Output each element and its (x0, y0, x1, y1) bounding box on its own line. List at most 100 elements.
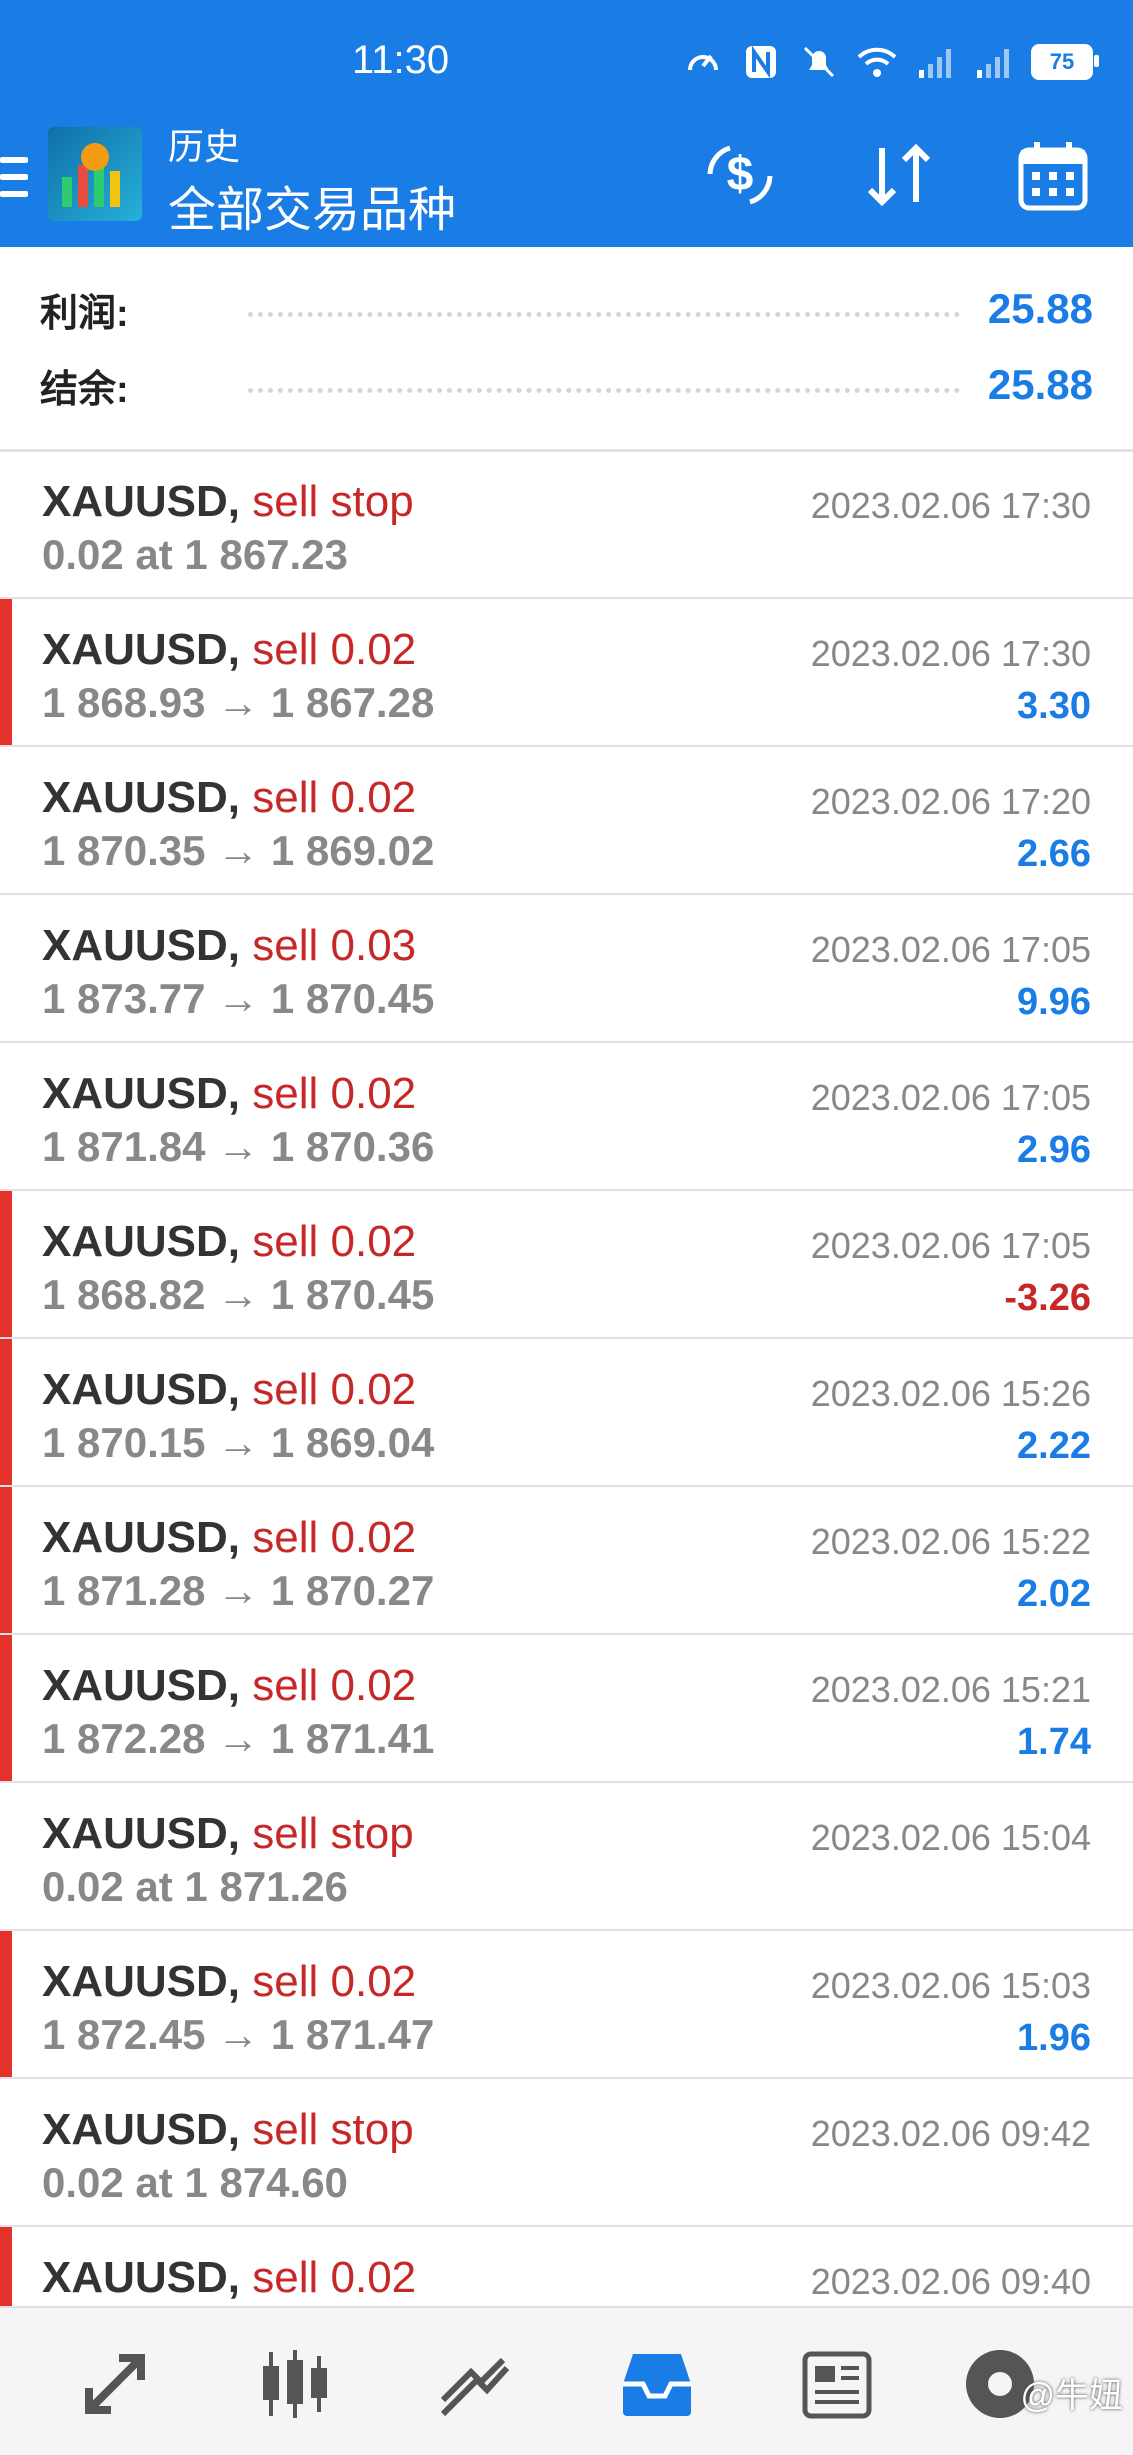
speed-icon (683, 42, 723, 82)
trade-date: 2023.02.06 17:05 (810, 1225, 1091, 1266)
trade-detail: 0.02 at 1 871.26 (42, 1863, 348, 1910)
symbol-filter[interactable]: 全部交易品种 (168, 170, 456, 240)
loss-marker (0, 1635, 12, 1781)
trade-detail: 1 868.82 → 1 870.45 (42, 1271, 435, 1318)
trade-symbol: XAUUSD, (42, 1217, 241, 1266)
trade-action: sell 0.02 (252, 773, 417, 822)
trade-action: sell stop (252, 477, 414, 526)
trade-row[interactable]: XAUUSD, sell 0.02 1 872.45 → 1 871.47 2023… (0, 1931, 1133, 2079)
trade-action: sell 0.02 (252, 1661, 417, 1710)
trade-row[interactable]: XAUUSD, sell 0.02 1 868.93 → 1 867.28 2023… (0, 599, 1133, 747)
menu-icon[interactable] (0, 157, 28, 197)
trade-row[interactable]: XAUUSD, sell stop 0.02 at 1 874.60 2023.02… (0, 2079, 1133, 2227)
trade-row[interactable]: XAUUSD, sell 0.02 1 868.82 → 1 870.45 2023… (0, 1191, 1133, 1339)
status-bar: 11:30 75 (0, 0, 1133, 130)
trade-symbol-line: XAUUSD, sell 0.02 (42, 773, 416, 823)
trade-date: 2023.02.06 17:05 (810, 1077, 1091, 1118)
trade-detail: 0.02 at 1 867.23 (42, 531, 348, 578)
news-icon[interactable] (797, 2344, 877, 2424)
battery-icon: 75 (1031, 44, 1099, 80)
trade-date: 2023.02.06 17:30 (810, 633, 1091, 674)
trade-date: 2023.02.06 15:03 (810, 1965, 1091, 2006)
trade-symbol: XAUUSD, (42, 2253, 241, 2302)
status-icons: 75 (683, 40, 1099, 84)
trade-symbol-line: XAUUSD, sell 0.03 (42, 921, 416, 971)
trade-row[interactable]: XAUUSD, sell 0.02 1 872.28 → 1 871.41 2023… (0, 1635, 1133, 1783)
profit-value: 25.88 (987, 285, 1093, 332)
trade-history-list[interactable]: XAUUSD, sell stop 0.02 at 1 867.23 2023.02… (0, 451, 1133, 2306)
trade-symbol: XAUUSD, (42, 1513, 241, 1562)
trade-detail: 0.02 at 1 874.60 (42, 2159, 348, 2206)
nfc-icon (741, 42, 781, 82)
trade-symbol-line: XAUUSD, sell 0.02 (42, 2253, 416, 2303)
trade-symbol-line: XAUUSD, sell 0.02 (42, 1661, 416, 1711)
trade-detail: 1 872.28 → 1 871.41 (42, 1715, 435, 1762)
wifi-icon (857, 42, 897, 82)
loss-marker (0, 599, 12, 745)
trade-profit: 9.96 (1017, 981, 1091, 1023)
trade-row[interactable]: XAUUSD, sell stop 0.02 at 1 867.23 2023.02… (0, 451, 1133, 599)
trade-row[interactable]: XAUUSD, sell 0.02 1 871.28 → 1 870.27 2023… (0, 1487, 1133, 1635)
history-icon[interactable] (617, 2344, 697, 2424)
page-subtitle: 历史 (168, 126, 241, 167)
trade-date: 2023.02.06 09:40 (810, 2261, 1091, 2302)
profit-row: 利润: 25.88 (40, 279, 1093, 339)
trade-profit: 1.74 (1017, 1721, 1091, 1763)
trade-action: sell 0.02 (252, 1365, 417, 1414)
trade-symbol-line: XAUUSD, sell 0.02 (42, 1957, 416, 2007)
trade-profit: 2.66 (1017, 833, 1091, 875)
trade-symbol: XAUUSD, (42, 2105, 241, 2154)
trade-row[interactable]: XAUUSD, sell 0.03 1 873.77 → 1 870.45 2023… (0, 895, 1133, 1043)
trade-symbol: XAUUSD, (42, 1365, 241, 1414)
trade-profit: -3.26 (1004, 1277, 1091, 1319)
loss-marker (0, 1191, 12, 1337)
trade-profit: 1.96 (1017, 2017, 1091, 2059)
trade-profit: 2.02 (1017, 1573, 1091, 1615)
trade-symbol: XAUUSD, (42, 773, 241, 822)
trade-action: sell 0.02 (252, 625, 417, 674)
mute-icon (799, 42, 839, 82)
trade-symbol-line: XAUUSD, sell 0.02 (42, 625, 416, 675)
trade-profit: 2.96 (1017, 1129, 1091, 1171)
trade-detail: 1 870.15 → 1 869.04 (42, 1419, 435, 1466)
trade-symbol: XAUUSD, (42, 921, 241, 970)
trade-action: sell 0.02 (252, 1069, 417, 1118)
currency-switch-icon[interactable]: $ (700, 135, 780, 215)
app-logo (48, 127, 142, 221)
trade-icon[interactable] (435, 2344, 515, 2424)
watermark: @牛妞 (1020, 2377, 1123, 2415)
quotes-icon[interactable] (75, 2344, 155, 2424)
sort-icon[interactable] (860, 135, 940, 215)
summary-panel: 利润: 25.88 结余: 25.88 (0, 247, 1133, 452)
trade-action: sell 0.02 (252, 1957, 417, 2006)
trade-action: sell stop (252, 1809, 414, 1858)
trade-symbol-line: XAUUSD, sell stop (42, 2105, 414, 2155)
trade-detail: 1 870.35 → 1 869.02 (42, 827, 435, 874)
signal-icon (915, 42, 955, 82)
trade-row[interactable]: XAUUSD, sell 0.02 1 870.35 → 1 869.02 2023… (0, 747, 1133, 895)
loss-marker (0, 1487, 12, 1633)
trade-symbol-line: XAUUSD, sell 0.02 (42, 1069, 416, 1119)
trade-date: 2023.02.06 17:05 (810, 929, 1091, 970)
loss-marker (0, 2227, 12, 2306)
trade-row[interactable]: XAUUSD, sell stop 0.02 at 1 871.26 2023.02… (0, 1783, 1133, 1931)
svg-text:$: $ (727, 148, 754, 201)
profit-label: 利润: (40, 292, 129, 335)
chart-icon[interactable] (255, 2344, 335, 2424)
calendar-icon[interactable] (1013, 135, 1093, 215)
trade-profit: 3.30 (1017, 685, 1091, 727)
trade-date: 2023.02.06 17:30 (810, 485, 1091, 526)
trade-symbol-line: XAUUSD, sell stop (42, 477, 414, 527)
trade-symbol: XAUUSD, (42, 477, 241, 526)
trade-symbol-line: XAUUSD, sell stop (42, 1809, 414, 1859)
trade-row[interactable]: XAUUSD, sell 0.02 1 870.15 → 1 869.04 2023… (0, 1339, 1133, 1487)
loss-marker (0, 1339, 12, 1485)
trade-row[interactable]: XAUUSD, sell 0.021 875.65 → 1 874.912023… (0, 2227, 1133, 2306)
trade-date: 2023.02.06 15:26 (810, 1373, 1091, 1414)
trade-row[interactable]: XAUUSD, sell 0.02 1 871.84 → 1 870.36 2023… (0, 1043, 1133, 1191)
signal-icon-2 (973, 42, 1013, 82)
trade-detail: 1 872.45 → 1 871.47 (42, 2011, 435, 2058)
trade-detail: 1 871.28 → 1 870.27 (42, 1567, 435, 1614)
trade-date: 2023.02.06 15:04 (810, 1817, 1091, 1858)
status-time: 11:30 (352, 38, 450, 82)
